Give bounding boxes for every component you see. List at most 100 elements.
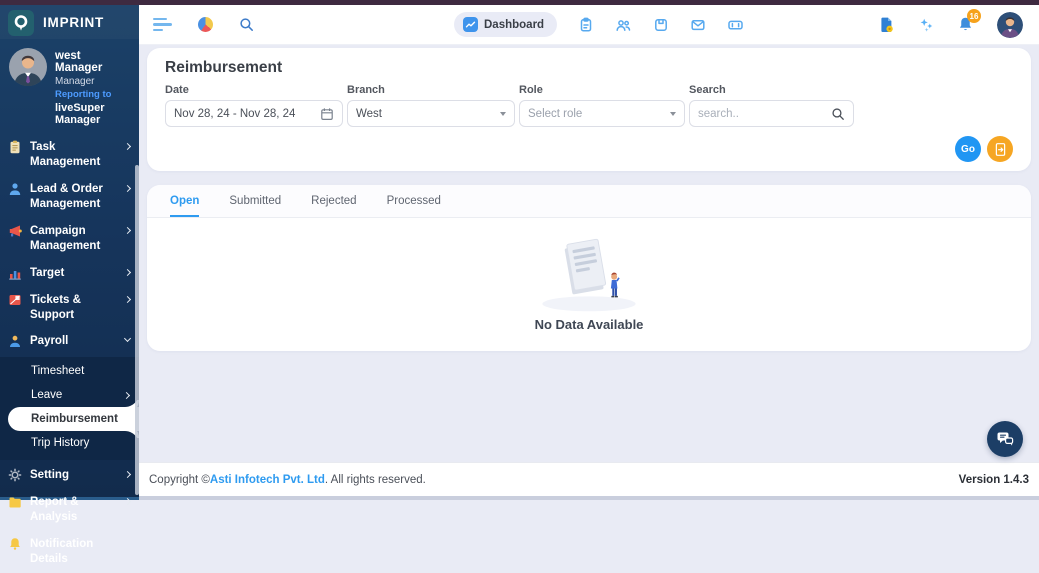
submenu-item-timesheet[interactable]: Timesheet [0,359,139,383]
file-badge-icon[interactable] [878,16,895,33]
pie-theme-icon[interactable] [198,17,213,32]
clipboard-icon [8,140,23,154]
branch-selected-value: West [356,107,382,120]
user-profile-card[interactable]: west Manager Manager Reporting to liveSu… [0,39,139,134]
profile-reporting-name: liveSuper Manager [55,102,105,126]
search-icon[interactable] [239,17,254,32]
profile-avatar [9,48,47,86]
search-field[interactable] [689,100,854,127]
submenu-item-label: Trip History [31,437,90,450]
gear-icon [8,468,23,482]
company-link[interactable]: Asti Infotech Pvt. Ltd [210,474,325,486]
team-icon[interactable] [615,17,632,33]
chevron-right-icon [123,184,132,192]
window-bottom-strip [139,496,1039,500]
profile-role: Manager [55,76,95,87]
sidebar-item-label: Task Management [30,141,101,168]
sidebar-item-label: Notification Details [30,538,94,566]
hamburger-menu-icon[interactable] [153,17,172,32]
branch-select[interactable]: West [347,100,515,127]
notification-bell-icon[interactable]: 16 [957,9,981,33]
role-selected-value: Select role [528,107,583,120]
dashboard-label: Dashboard [484,18,545,31]
sidebar-nav: Task Management Lead & Order Management … [0,134,139,573]
dashboard-pill-button[interactable]: Dashboard [454,12,558,37]
bell-icon [8,537,23,551]
filter-card: Reimbursement Date Branch West [147,48,1031,171]
sidebar-item-payroll[interactable]: Payroll [0,328,139,355]
chevron-right-icon [123,471,132,479]
sidebar-item-campaign[interactable]: Campaign Management [0,218,139,260]
role-select[interactable]: Select role [519,100,685,127]
sidebar: IMPRINT west Manager Manager Reporting t… [0,5,139,565]
user-avatar[interactable] [997,11,1023,38]
sidebar-item-label: Setting [30,469,69,482]
submenu-item-leave[interactable]: Leave [0,383,139,407]
copyright-prefix: Copyright © [149,473,210,486]
main-area: Dashboard 16 Reimbursement Date Nov 28, … [139,5,1039,500]
payroll-submenu: Timesheet Leave Reimbursement Trip Histo… [0,357,139,461]
footer: Copyright © Asti Infotech Pvt. Ltd . All… [139,462,1039,496]
sparkles-icon[interactable] [918,17,934,33]
topbar: Dashboard 16 [139,5,1039,45]
sidebar-item-task-management[interactable]: Task Management [0,134,139,176]
sidebar-item-target[interactable]: Target [0,260,139,287]
package-icon[interactable] [653,17,669,33]
page-title: Reimbursement [165,59,283,76]
sidebar-item-notification-details[interactable]: Notification Details [0,531,139,573]
report-folder-icon [8,495,23,509]
submenu-item-label: Timesheet [31,365,85,378]
results-card: Open Submitted Rejected Processed No Dat… [147,185,1031,351]
chevron-right-icon [123,142,132,151]
mail-icon[interactable] [690,17,706,33]
sidebar-item-label: Lead & Order Management [30,182,103,210]
sidebar-item-report-analysis[interactable]: Report & Analysis [0,489,139,531]
chevron-down-icon [123,335,132,343]
caret-down-icon [500,111,506,116]
sidebar-item-lead-order[interactable]: Lead & Order Management [0,176,139,218]
sidebar-item-setting[interactable]: Setting [0,462,139,489]
sidebar-item-label: Campaign Management [30,224,101,252]
chat-bubbles-icon [995,429,1015,449]
submenu-item-label: Leave [31,389,63,402]
submenu-item-reimbursement[interactable]: Reimbursement [8,407,139,432]
chevron-right-icon [123,268,132,276]
role-filter-label: Role [519,84,543,96]
caret-down-icon [670,111,676,116]
chevron-right-icon [123,295,132,303]
go-button[interactable]: Go [955,136,981,162]
profile-reporting-label: Reporting to [55,89,112,100]
search-filter-label: Search [689,84,726,96]
tab-rejected[interactable]: Rejected [311,195,356,217]
date-range-value[interactable] [174,107,320,120]
bar-chart-icon [8,266,23,280]
chat-fab-button[interactable] [987,421,1023,457]
calendar-icon[interactable] [320,107,334,121]
coupon-ticket-icon[interactable] [727,17,744,33]
submenu-item-label: Reimbursement [31,413,118,426]
tab-processed[interactable]: Processed [387,195,441,217]
content-area: Reimbursement Date Branch West [139,45,1039,462]
search-input[interactable] [698,107,831,120]
tab-submitted[interactable]: Submitted [229,195,281,217]
magnifier-icon[interactable] [831,107,845,121]
profile-name: west Manager [55,50,103,74]
ticket-icon [8,293,23,307]
export-button[interactable] [987,136,1013,162]
notification-count-badge: 16 [967,9,981,23]
branch-filter-label: Branch [347,84,385,96]
empty-state-text: No Data Available [534,317,644,332]
status-tabs: Open Submitted Rejected Processed [147,185,1031,218]
export-doc-icon [993,142,1008,157]
chevron-right-icon [123,226,132,234]
tasks-clipboard-icon[interactable] [578,17,594,33]
sidebar-item-tickets-support[interactable]: Tickets & Support [0,287,139,329]
date-range-input[interactable] [165,100,343,127]
payroll-person-icon [8,334,23,348]
no-data-illustration [519,233,659,315]
tab-open[interactable]: Open [170,195,200,217]
sidebar-scrollbar[interactable] [135,165,139,495]
brand-name: IMPRINT [43,15,105,30]
brand-header[interactable]: IMPRINT [0,5,139,39]
submenu-item-trip-history[interactable]: Trip History [0,431,139,455]
